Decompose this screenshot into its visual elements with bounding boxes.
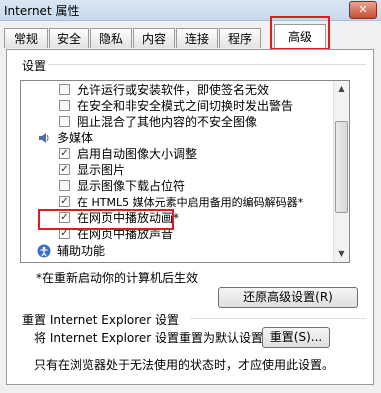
close-button[interactable]: ✕ xyxy=(349,1,377,19)
reset-button[interactable]: 重置(S)... xyxy=(262,327,330,348)
settings-divider xyxy=(48,64,366,65)
tab-content[interactable]: 内容 xyxy=(133,28,175,48)
list-item-label: 阻止混合了其他内容的不安全图像 xyxy=(77,115,258,129)
restore-advanced-button[interactable]: 还原高级设置(R) xyxy=(218,287,358,308)
checkbox[interactable] xyxy=(59,84,70,95)
list-item-label: 显示图片 xyxy=(77,163,126,177)
list-item-label: 启用自动图像大小调整 xyxy=(77,147,198,161)
checkbox[interactable] xyxy=(59,116,70,127)
tab-general[interactable]: 常规 xyxy=(4,28,48,48)
checkbox[interactable] xyxy=(59,100,70,111)
settings-list[interactable]: 允许运行或安装软件，即使签名无效 在安全和非安全模式之间切换时发出警告 阻止混合… xyxy=(20,80,350,263)
list-item-label: 在安全和非安全模式之间切换时发出警告 xyxy=(77,99,294,113)
category-label: 辅助功能 xyxy=(57,244,106,258)
window-title: Internet 属性 xyxy=(4,4,80,18)
list-item-label: 允许运行或安装软件，即使签名无效 xyxy=(77,83,270,97)
category-label: 多媒体 xyxy=(57,131,94,145)
scroll-thumb[interactable] xyxy=(335,121,348,213)
play-sound-highlight xyxy=(38,209,174,230)
reset-heading: 重置 Internet Explorer 设置 xyxy=(22,313,180,327)
scrollbar[interactable]: ▲ ▼ xyxy=(333,81,349,262)
multimedia-icon xyxy=(39,133,49,143)
advanced-tab-highlight xyxy=(270,16,330,50)
checkbox[interactable]: ✓ xyxy=(59,148,70,159)
reset-note: 只有在浏览器处于无法使用的状态时，才应使用此设置。 xyxy=(34,358,335,372)
scroll-up-icon[interactable]: ▲ xyxy=(334,81,349,97)
checkbox[interactable] xyxy=(59,180,70,191)
reset-divider xyxy=(190,318,366,319)
tab-connections[interactable]: 连接 xyxy=(176,28,218,48)
accessibility-icon xyxy=(37,244,51,258)
tab-programs[interactable]: 程序 xyxy=(219,28,261,48)
checkbox[interactable]: ✓ xyxy=(59,164,70,175)
checkbox[interactable]: ✓ xyxy=(59,196,70,207)
reset-description: 将 Internet Explorer 设置重置为默认设置。 xyxy=(34,331,276,345)
restart-note: *在重新启动你的计算机后生效 xyxy=(36,271,199,285)
tab-privacy[interactable]: 隐私 xyxy=(90,28,132,48)
settings-label: 设置 xyxy=(22,59,47,73)
scroll-down-icon[interactable]: ▼ xyxy=(334,246,349,262)
tab-security[interactable]: 安全 xyxy=(49,28,89,48)
list-item-label: 显示图像下载占位符 xyxy=(77,179,186,193)
